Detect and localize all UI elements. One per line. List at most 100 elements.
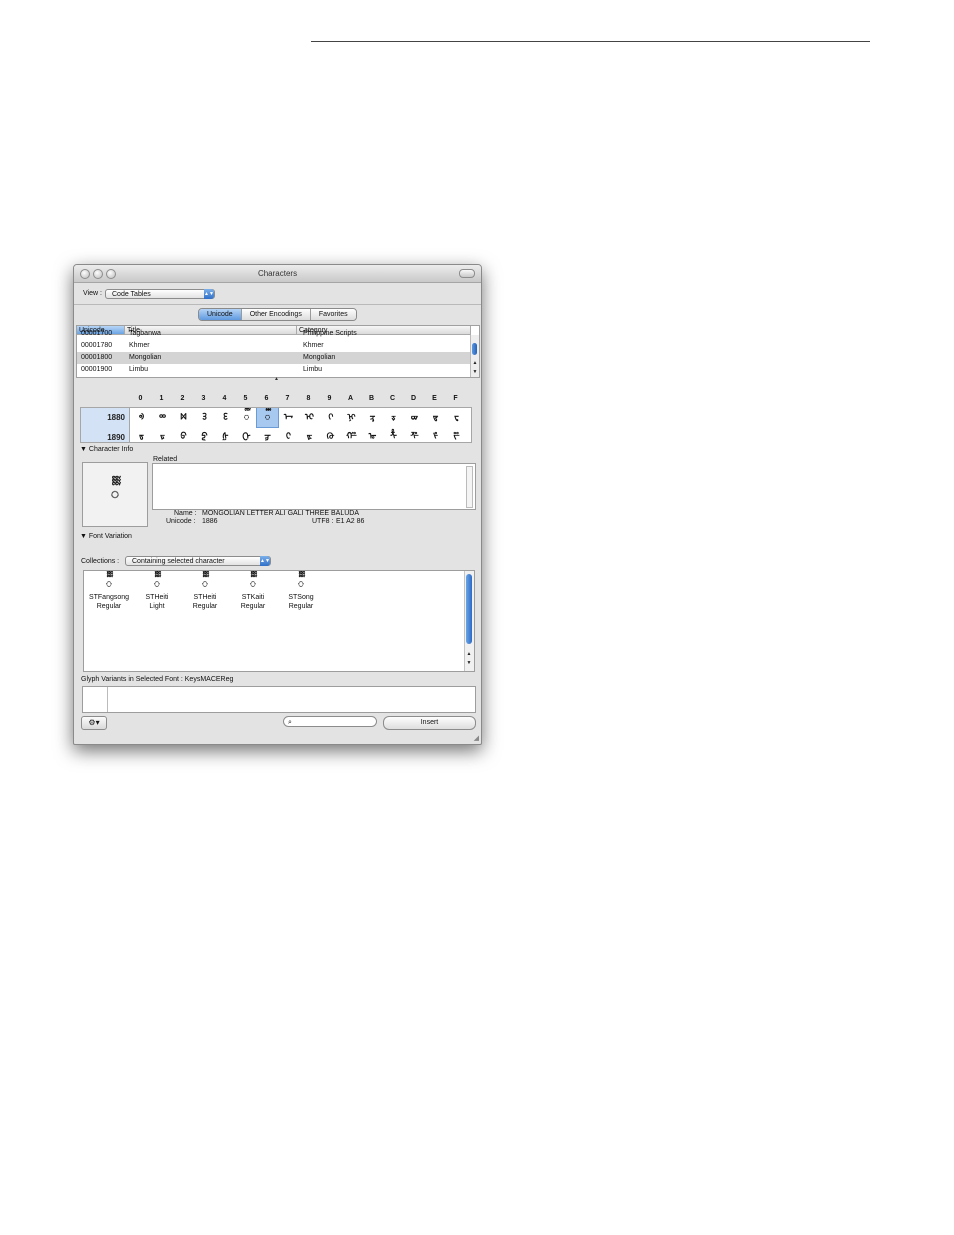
grid-cell[interactable]: ᢋ	[362, 408, 383, 427]
tab-other-encodings[interactable]: Other Encodings	[241, 309, 311, 320]
grid-cell[interactable]: ᢊ	[341, 408, 362, 427]
table-row[interactable]: 00001900 Limbu Limbu	[77, 364, 471, 376]
grid-cell-selected[interactable]: ᢆ	[256, 408, 279, 428]
grid-cell[interactable]: ᢞ	[425, 427, 446, 442]
grid-column-header: B	[368, 395, 375, 402]
grid-column-header: 5	[243, 395, 248, 402]
code-table: Unicode Title Category 00001700 Tagbanwa…	[76, 325, 480, 378]
related-scrollbar[interactable]	[466, 466, 473, 508]
grid-cell[interactable]: ᢕ	[236, 427, 257, 442]
grid-cell[interactable]: ᢐ	[131, 427, 152, 442]
grid-cell[interactable]: ᢈ	[299, 408, 320, 427]
grid-cell[interactable]: ᢉ	[320, 408, 341, 427]
grid-column-header: 2	[180, 395, 185, 402]
grid-cell[interactable]: ᢘ	[299, 427, 320, 442]
table-scrollbar[interactable]: ▲ ▼	[470, 335, 479, 377]
font-variant-item[interactable]: ᢆ STHeiti Regular	[180, 576, 230, 611]
popup-arrows-icon: ▲▼	[204, 289, 214, 299]
grid-cell[interactable]: ᢝ	[404, 427, 425, 442]
font-list-scroll-thumb[interactable]	[466, 574, 472, 644]
font-variation-header: Font Variation	[88, 533, 132, 540]
collections-popup[interactable]: Containing selected character ▲▼	[125, 556, 271, 566]
title-bar[interactable]: Characters	[74, 265, 481, 283]
view-popup-value: Code Tables	[112, 291, 151, 298]
utf8-value: E1 A2 86	[336, 518, 365, 525]
grid-cell[interactable]: ᢙ	[320, 427, 341, 442]
grid-column-header: 0	[138, 395, 143, 402]
action-menu-button[interactable]: ⚙▾	[81, 716, 107, 730]
grid-cell[interactable]: ᢎ	[425, 408, 446, 427]
grid-cell[interactable]: ᢜ	[383, 427, 404, 442]
grid-cell[interactable]: ᢏ	[446, 408, 467, 427]
grid-column-header: 4	[222, 395, 227, 402]
grid-cell[interactable]: ᢍ	[404, 408, 425, 427]
view-popup[interactable]: Code Tables ▲▼	[105, 289, 215, 299]
grid-cell[interactable]: ᢑ	[152, 427, 173, 442]
grid-cell[interactable]: ᢚ	[341, 427, 362, 442]
grid-cell[interactable]: ᢅ	[236, 408, 257, 427]
grid-cell[interactable]: ᢗ	[278, 427, 299, 442]
grid-cell[interactable]: ᢔ	[215, 427, 236, 442]
grid-column-header: 9	[327, 395, 332, 402]
unicode-label: Unicode :	[166, 518, 196, 525]
divider	[74, 304, 481, 305]
unicode-value: 1886	[202, 518, 218, 525]
table-row[interactable]: 00001780 Khmer Khmer	[77, 340, 471, 352]
toolbar-toggle-button[interactable]	[459, 269, 475, 278]
glyph-variant-cell[interactable]	[83, 687, 108, 712]
font-variant-item[interactable]: ᢆ STFangsong Regular	[84, 576, 134, 611]
grid-cell[interactable]: ᢄ	[215, 408, 236, 427]
grid-column-header: E	[432, 395, 437, 402]
font-variant-item[interactable]: ᢆ STSong Regular	[276, 576, 326, 611]
tab-unicode[interactable]: Unicode	[199, 309, 242, 320]
grid-cell[interactable]: ᢀ	[131, 408, 152, 427]
grid-cell[interactable]: ᢃ	[194, 408, 215, 427]
grid-cell[interactable]: ᢒ	[173, 427, 194, 442]
search-field[interactable]: ⌕	[283, 716, 377, 727]
resize-grip-icon[interactable]: ◢	[474, 734, 479, 742]
font-list-scrollbar[interactable]: ▲ ▼	[464, 571, 474, 671]
insert-button[interactable]: Insert	[383, 716, 476, 730]
tab-favorites[interactable]: Favorites	[310, 309, 356, 320]
grid-cell[interactable]: ᢂ	[173, 408, 194, 427]
grid-cell[interactable]: ᢟ	[446, 427, 467, 442]
characters-window: Characters View : Code Tables ▲▼ Unicode…	[73, 264, 482, 745]
grid-cell[interactable]: ᢓ	[194, 427, 215, 442]
grid-column-header: A	[347, 395, 354, 402]
font-variant-item[interactable]: ᢆ STKaiti Regular	[228, 576, 278, 611]
name-label: Name :	[174, 510, 197, 517]
table-scroll-thumb[interactable]	[472, 343, 477, 355]
table-row[interactable]: 00001700 Tagbanwa Philippine Scripts	[77, 328, 471, 340]
page-rule	[311, 41, 870, 42]
table-row-selected[interactable]: 00001800 Mongolian Mongolian	[77, 352, 471, 364]
related-label: Related	[153, 456, 178, 463]
scroll-down-icon[interactable]: ▼	[466, 660, 472, 666]
grid-column-header: 1	[159, 395, 164, 402]
grid-cell[interactable]: ᢖ	[257, 427, 278, 442]
grid-cell[interactable]: ᢌ	[383, 408, 404, 427]
font-variation-list: ᢆ STFangsong Regular ᢆ STHeiti Light ᢆ S…	[83, 570, 475, 672]
disclosure-triangle-icon: ▼	[80, 533, 87, 540]
grid-cell[interactable]: ᢁ	[152, 408, 173, 427]
gear-icon: ⚙▾	[88, 718, 100, 727]
font-variant-item[interactable]: ᢆ STHeiti Light	[132, 576, 182, 611]
font-variation-disclosure[interactable]: ▼ Font Variation	[80, 533, 132, 540]
grid-column-header: D	[410, 395, 417, 402]
grid-column-header: 3	[201, 395, 206, 402]
glyph-variants-label: Glyph Variants in Selected Font : KeysMA…	[81, 676, 234, 683]
disclosure-triangle-icon: ▼	[80, 446, 87, 453]
scroll-up-icon[interactable]: ▲	[472, 360, 478, 366]
splitter-handle-icon[interactable]: ▲	[274, 376, 279, 382]
grid-row-label: 1890	[107, 433, 125, 442]
related-characters-box[interactable]	[152, 463, 476, 510]
grid-column-header: F	[453, 395, 458, 402]
collections-popup-value: Containing selected character	[132, 558, 225, 565]
character-info-disclosure[interactable]: ▼ Character Info	[80, 446, 133, 453]
glyph-variants-box	[82, 686, 476, 713]
grid-cell[interactable]: ᢛ	[362, 427, 383, 442]
scroll-down-icon[interactable]: ▼	[472, 369, 478, 375]
grid-cell[interactable]: ᢇ	[278, 408, 299, 427]
character-preview[interactable]: ᢆ	[82, 462, 148, 527]
scroll-up-icon[interactable]: ▲	[466, 651, 472, 657]
grid-row-headers: 1880 1890	[80, 407, 130, 443]
